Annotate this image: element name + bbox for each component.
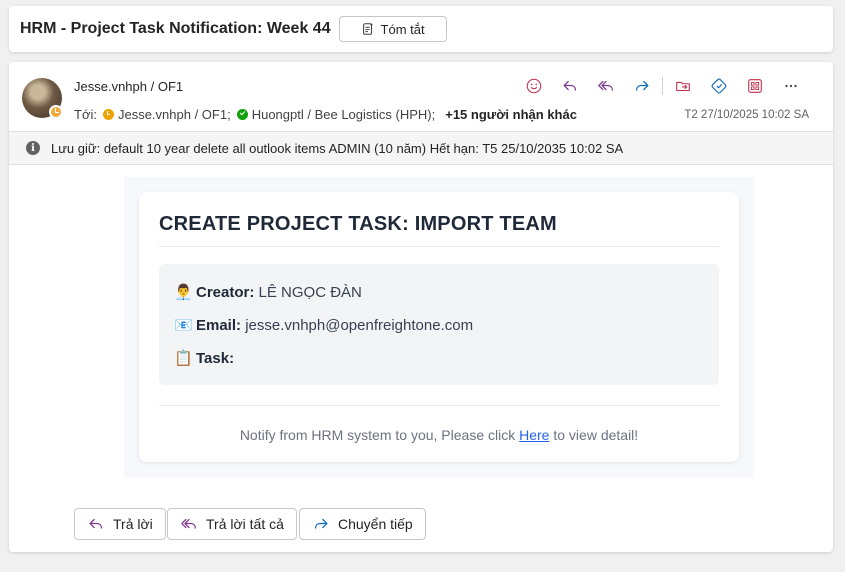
teams-button[interactable] [701,74,737,98]
summary-label: Tóm tắt [380,21,425,37]
teams-icon [711,78,727,94]
retention-banner: i Lưu giữ: default 10 year delete all ou… [9,131,833,165]
presence-away-icon [49,105,63,119]
clipboard-icon: 📋 [174,350,193,367]
view-detail-link[interactable]: Here [519,427,549,443]
retention-text: Lưu giữ: default 10 year delete all outl… [51,140,624,156]
creator-value: LÊ NGỌC ĐÀN [258,284,362,301]
notification-card: CREATE PROJECT TASK: IMPORT TEAM 👨‍💼 Crea… [139,192,739,462]
reply-all-bottom-button[interactable]: Trả lời tất cả [167,508,297,540]
task-label: Task: [196,350,235,367]
task-row: 📋 Task: [174,349,234,367]
creator-label: Creator: [196,284,255,301]
task-details-box: 👨‍💼 Creator: LÊ NGỌC ĐÀN 📧 Email: jesse.vn… [159,264,719,385]
footer-suffix: to view detail! [553,427,639,443]
divider [159,246,719,247]
footer-prefix: Notify from HRM system to you, Please cl… [239,427,516,443]
summary-button[interactable]: Tóm tắt [338,16,447,42]
reply-all-icon [598,80,613,91]
to-label: Tới: [74,107,97,122]
emoji-icon [526,78,542,94]
subject-title: HRM - Project Task Notification: Week 44 [20,20,331,37]
divider [159,405,719,406]
toolbar-divider [662,77,663,95]
move-icon [676,81,690,92]
presence-available-icon [236,109,248,120]
reply-all-button[interactable] [588,74,624,98]
forward-button[interactable] [624,74,660,98]
office-worker-icon: 👨‍💼 [174,284,193,301]
notification-title: CREATE PROJECT TASK: IMPORT TEAM [159,213,557,235]
recipients-line: Tới: Jesse.vnhph / OF1; Huongptl / Bee L… [74,107,577,122]
forward-icon [314,518,328,529]
email-label: Email: [196,317,242,334]
emoji-button[interactable] [516,74,552,98]
move-button[interactable] [665,74,701,98]
forward-label: Chuyển tiếp [338,516,413,532]
email-value: jesse.vnhph@openfreightone.com [245,317,474,334]
email-icon: 📧 [174,317,193,334]
forward-bottom-button[interactable]: Chuyển tiếp [299,508,426,540]
reply-icon [563,80,577,91]
message-card: Jesse.vnhph / OF1 Tới: Jesse.vnhph / OF1… [9,62,833,552]
sender-name[interactable]: Jesse.vnhph / OF1 [74,79,183,94]
summary-icon [362,23,373,35]
reply-icon [89,518,103,529]
creator-row: 👨‍💼 Creator: LÊ NGỌC ĐÀN [174,283,362,301]
presence-away-icon [102,109,114,120]
footer-note: Notify from HRM system to you, Please cl… [139,427,739,443]
message-actions [516,74,809,98]
email-row: 📧 Email: jesse.vnhph@openfreightone.com [174,316,473,334]
forward-icon [635,80,649,91]
reply-button[interactable] [552,74,588,98]
reply-label: Trả lời [113,516,153,532]
reply-bottom-button[interactable]: Trả lời [74,508,166,540]
more-icon [785,84,797,88]
email-body: CREATE PROJECT TASK: IMPORT TEAM 👨‍💼 Crea… [124,177,754,478]
reply-all-icon [181,518,196,529]
subject-bar: HRM - Project Task Notification: Week 44… [9,6,833,52]
message-date: T2 27/10/2025 10:02 SA [684,109,809,121]
reply-all-label: Trả lời tất cả [206,516,284,532]
apps-icon [748,79,762,93]
more-button[interactable] [773,74,809,98]
apps-button[interactable] [737,74,773,98]
info-icon: i [26,141,40,155]
more-recipients-link[interactable]: +15 người nhận khác [445,107,577,122]
recipient[interactable]: Jesse.vnhph / OF1; [118,107,231,122]
recipient[interactable]: Huongptl / Bee Logistics (HPH); [252,107,436,122]
